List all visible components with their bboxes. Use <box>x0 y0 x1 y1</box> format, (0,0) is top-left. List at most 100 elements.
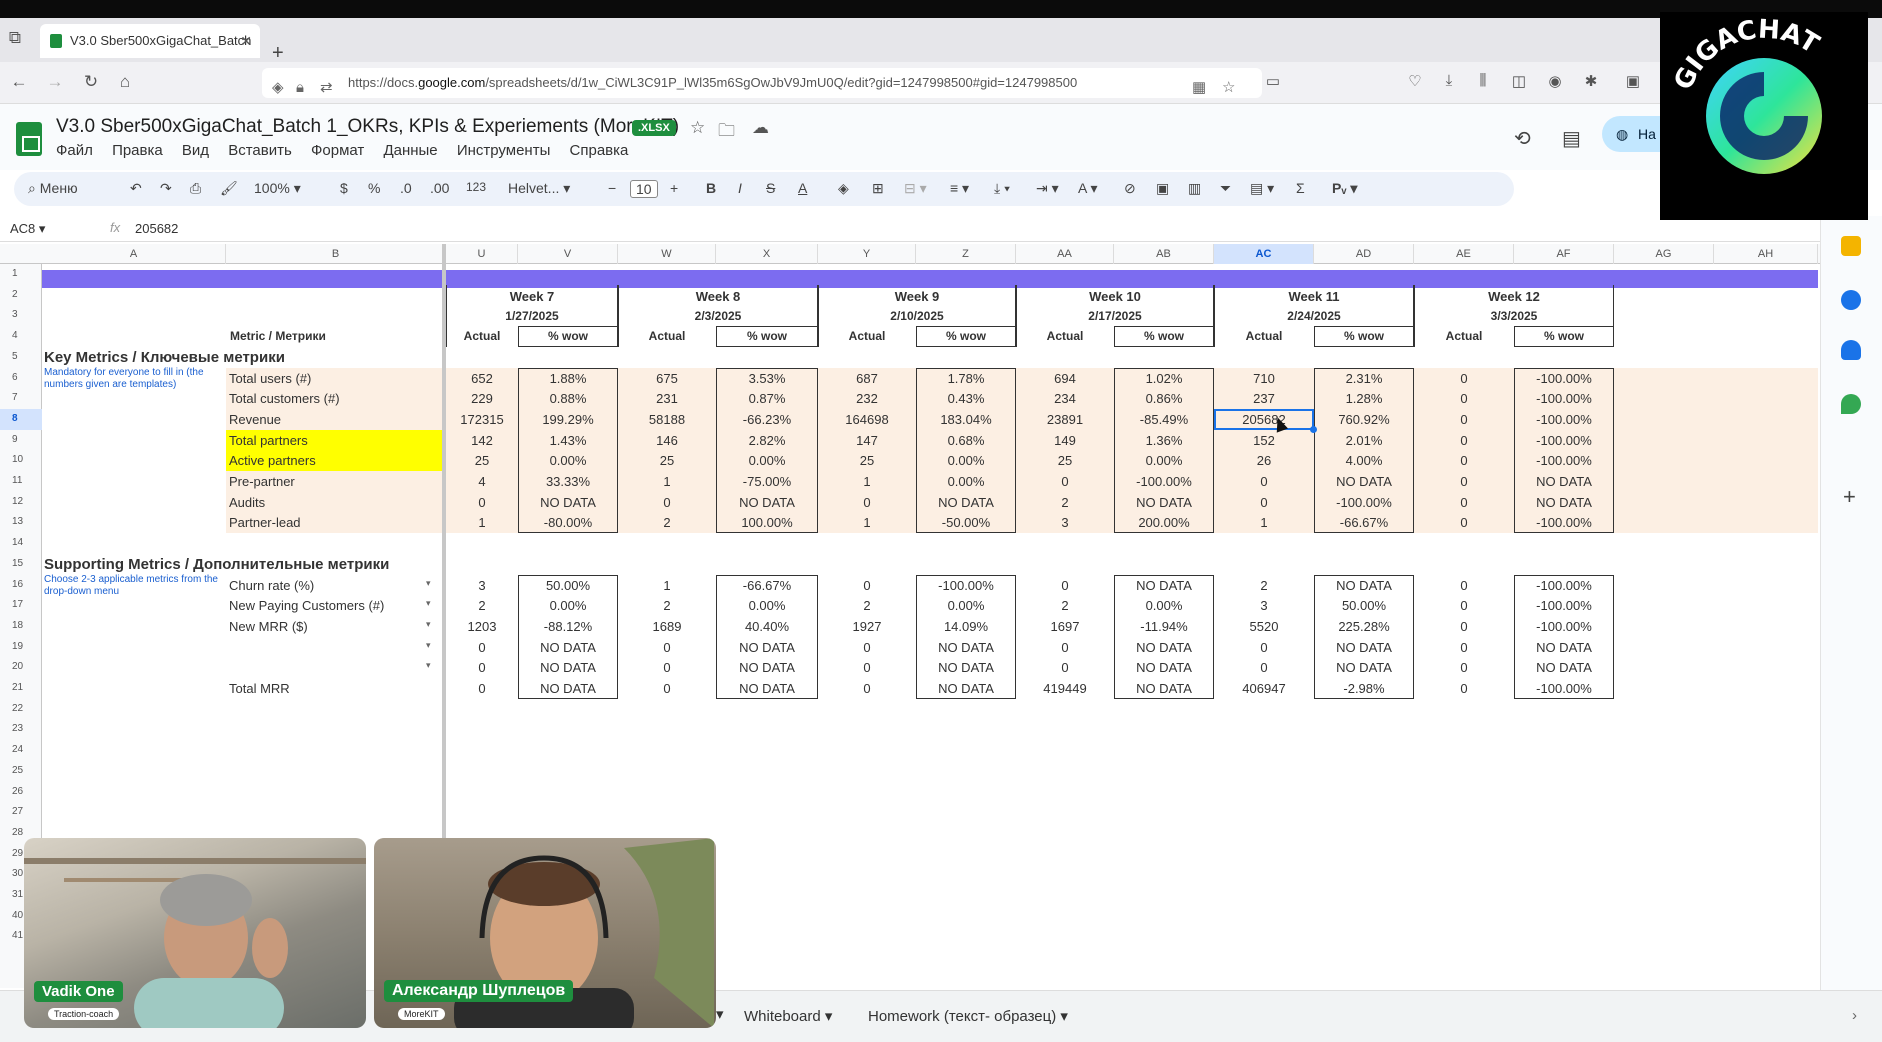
fill-color-icon[interactable]: ◈ <box>838 180 849 197</box>
metric-cell[interactable]: 0 <box>446 681 518 696</box>
metric-dropdown-icon[interactable]: ▾ <box>426 619 431 630</box>
comment-icon[interactable]: ▣ <box>1156 180 1169 197</box>
selection-fill-handle[interactable] <box>1310 425 1317 433</box>
rotate-icon[interactable]: A ▾ <box>1078 180 1097 197</box>
metric-cell[interactable]: 694 <box>1016 371 1114 386</box>
metric-cell[interactable]: 0 <box>1214 495 1314 510</box>
metric-cell[interactable]: 2 <box>1214 578 1314 593</box>
increase-decimal[interactable]: .00 <box>430 180 449 196</box>
row-header-5[interactable]: 5 <box>0 347 42 368</box>
column-header-w[interactable]: W <box>618 244 716 264</box>
metric-cell[interactable]: 26 <box>1214 453 1314 468</box>
metric-cell[interactable]: 0 <box>1414 578 1514 593</box>
filter-views-icon[interactable]: ▤ ▾ <box>1250 180 1274 197</box>
keep-icon[interactable] <box>1841 236 1861 256</box>
font-size-minus[interactable]: − <box>608 180 616 196</box>
metric-cell[interactable]: 0 <box>1414 495 1514 510</box>
name-box[interactable]: AC8 ▾ <box>10 221 90 237</box>
valign-icon[interactable]: ⤓ ▾ <box>994 180 1010 197</box>
metric-cell[interactable]: 2 <box>446 598 518 613</box>
metric-cell[interactable]: 0 <box>618 681 716 696</box>
row-header-19[interactable]: 19 <box>0 637 42 658</box>
url-field[interactable]: ◈ 🔒︎ ⇄ https://docs.google.com/spreadshe… <box>262 68 1262 98</box>
row-header-9[interactable]: 9 <box>0 430 42 451</box>
zoom-select[interactable]: 100% ▾ <box>254 180 301 197</box>
metric-cell[interactable]: 58188 <box>618 412 716 427</box>
metric-cell[interactable]: 0 <box>1414 619 1514 634</box>
extension-icon[interactable]: ✱ <box>1580 72 1602 90</box>
row-header-1[interactable]: 1 <box>0 264 42 285</box>
row-header-21[interactable]: 21 <box>0 678 42 699</box>
menu-edit[interactable]: Правка <box>112 142 163 159</box>
metric-dropdown-icon[interactable]: ▾ <box>426 578 431 589</box>
sheet-tab-whiteboard[interactable]: Whiteboard ▾ <box>744 1007 832 1025</box>
metric-cell[interactable]: 0 <box>1414 681 1514 696</box>
row-header-27[interactable]: 27 <box>0 802 42 823</box>
reload-icon[interactable]: ↻ <box>80 72 102 92</box>
metric-cell[interactable]: 1 <box>818 515 916 530</box>
redo-icon[interactable]: ↷ <box>160 180 172 197</box>
bold-icon[interactable]: B <box>706 180 716 196</box>
font-size-plus[interactable]: + <box>670 180 678 196</box>
metric-cell[interactable]: 652 <box>446 371 518 386</box>
metric-cell[interactable]: 164698 <box>818 412 916 427</box>
metric-cell[interactable]: 1 <box>818 474 916 489</box>
decrease-decimal[interactable]: .0 <box>400 180 412 196</box>
metric-cell[interactable]: 152 <box>1214 433 1314 448</box>
metric-cell[interactable]: 229 <box>446 391 518 406</box>
metric-cell[interactable]: 0 <box>1414 474 1514 489</box>
row-header-12[interactable]: 12 <box>0 492 42 513</box>
metric-cell[interactable]: 0 <box>1414 391 1514 406</box>
row-header-2[interactable]: 2 <box>0 285 42 306</box>
metric-cell[interactable]: 25 <box>818 453 916 468</box>
menu-help[interactable]: Справка <box>570 142 629 159</box>
metric-cell[interactable]: 0 <box>818 578 916 593</box>
percent-format[interactable]: % <box>368 180 380 196</box>
sheet-tab-menu-icon[interactable]: ▾ <box>716 1005 724 1023</box>
reader-icon[interactable]: ▭ <box>1262 72 1284 90</box>
row-header-24[interactable]: 24 <box>0 740 42 761</box>
column-header-ab[interactable]: AB <box>1114 244 1214 264</box>
metric-cell[interactable]: 0 <box>1414 515 1514 530</box>
row-header-23[interactable]: 23 <box>0 719 42 740</box>
contacts-icon[interactable] <box>1841 340 1861 360</box>
column-header-ac[interactable]: AC <box>1214 244 1314 264</box>
row-header-14[interactable]: 14 <box>0 533 42 554</box>
metric-cell[interactable]: 172315 <box>446 412 518 427</box>
row-header-13[interactable]: 13 <box>0 512 42 533</box>
metric-cell[interactable]: 0 <box>618 495 716 510</box>
text-color-icon[interactable]: A <box>798 180 807 196</box>
filter-icon[interactable]: ⏷ <box>1220 180 1231 197</box>
column-header-u[interactable]: U <box>446 244 518 264</box>
move-folder-icon[interactable]: 🗀︎ <box>718 118 735 147</box>
metric-cell[interactable]: 2 <box>1016 598 1114 613</box>
tab-overview-icon[interactable]: ⧉ <box>4 28 26 48</box>
column-header-v[interactable]: V <box>518 244 618 264</box>
tasks-icon[interactable] <box>1841 290 1861 310</box>
sidebar-toggle-icon[interactable]: ◫ <box>1508 72 1530 90</box>
metric-cell[interactable]: 675 <box>618 371 716 386</box>
column-header-b[interactable]: B <box>226 244 446 264</box>
metric-cell[interactable]: 1689 <box>618 619 716 634</box>
metric-cell[interactable]: 1697 <box>1016 619 1114 634</box>
history-icon[interactable]: ⟲ <box>1514 126 1531 151</box>
close-tab-icon[interactable]: ✕ <box>240 24 252 58</box>
metric-cell[interactable]: 146 <box>618 433 716 448</box>
font-size-field[interactable]: 10 <box>630 180 658 198</box>
browser-tab[interactable]: V3.0 Sber500xGigaChat_Batch ✕ <box>40 24 260 58</box>
metric-cell[interactable]: 0 <box>818 640 916 655</box>
forward-icon[interactable]: → <box>44 72 66 92</box>
pocket-icon[interactable]: ♡ <box>1404 72 1426 90</box>
cloud-status-icon[interactable]: ☁︎ <box>752 118 769 138</box>
metric-dropdown-icon[interactable]: ▾ <box>426 660 431 671</box>
print-icon[interactable]: ⎙ <box>190 180 201 197</box>
metric-cell[interactable]: 0 <box>818 660 916 675</box>
selected-cell[interactable] <box>1214 408 1314 430</box>
star-icon[interactable]: ☆ <box>690 118 705 138</box>
metric-cell[interactable]: 0 <box>618 660 716 675</box>
metric-cell[interactable]: 25 <box>1016 453 1114 468</box>
row-header-18[interactable]: 18 <box>0 616 42 637</box>
menu-format[interactable]: Формат <box>311 142 364 159</box>
row-header-16[interactable]: 16 <box>0 575 42 596</box>
add-addon-icon[interactable]: + <box>1843 484 1856 510</box>
